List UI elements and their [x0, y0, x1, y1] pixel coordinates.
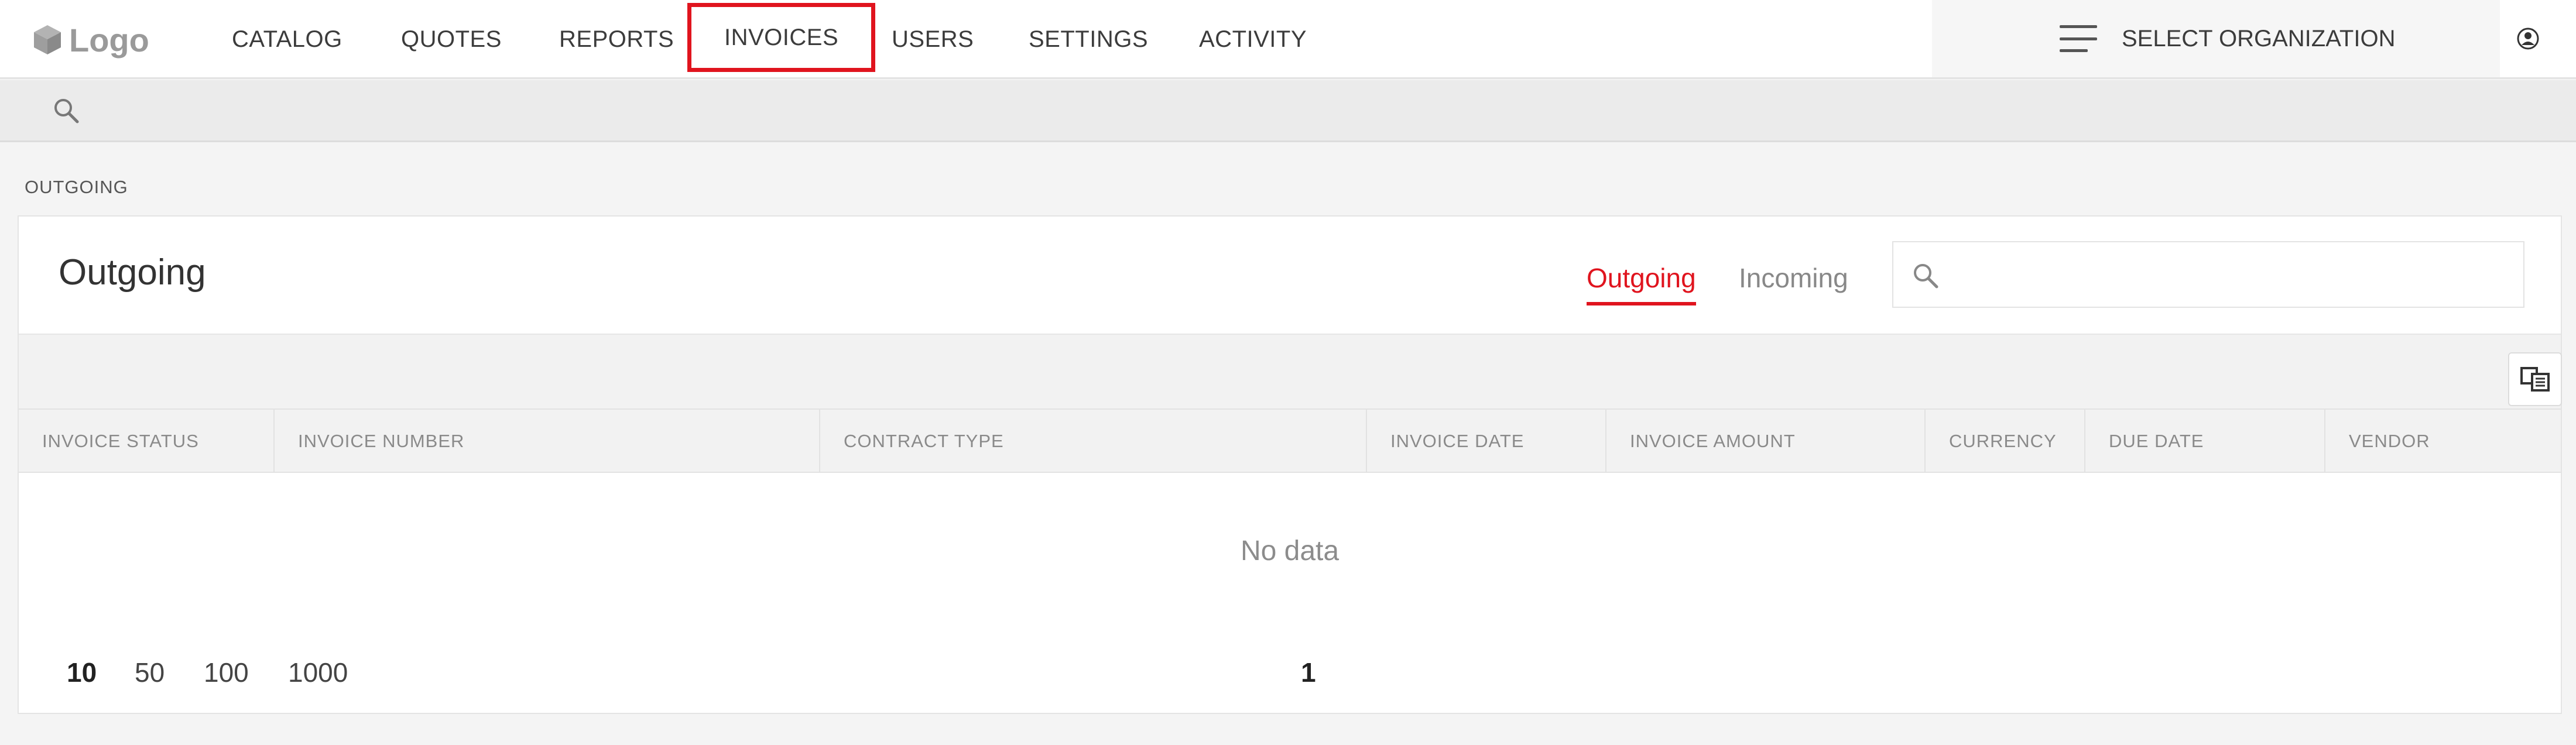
column-invoice-number[interactable]: INVOICE NUMBER: [275, 410, 820, 473]
select-organization-button[interactable]: SELECT ORGANIZATION: [2060, 0, 2395, 77]
page-size-10[interactable]: 10: [67, 657, 97, 688]
columns-icon: [2520, 367, 2550, 392]
nav-users[interactable]: USERS: [892, 0, 974, 79]
page-size-50[interactable]: 50: [135, 657, 165, 688]
nav-settings[interactable]: SETTINGS: [1029, 0, 1148, 79]
column-settings-button[interactable]: [2508, 352, 2562, 406]
page-title: Outgoing: [59, 252, 206, 293]
search-icon[interactable]: [52, 96, 81, 125]
column-invoice-date[interactable]: INVOICE DATE: [1367, 410, 1606, 473]
logo[interactable]: Logo: [33, 21, 149, 59]
logo-text: Logo: [69, 21, 149, 59]
column-invoice-amount[interactable]: INVOICE AMOUNT: [1606, 410, 1926, 473]
page-size-1000[interactable]: 1000: [288, 657, 348, 688]
nav-activity[interactable]: ACTIVITY: [1199, 0, 1307, 79]
column-due-date[interactable]: DUE DATE: [2085, 410, 2325, 473]
nav-reports[interactable]: REPORTS: [559, 0, 674, 79]
empty-state-text: No data: [1240, 535, 1340, 567]
user-account-icon[interactable]: [2516, 27, 2540, 50]
column-vendor[interactable]: VENDOR: [2325, 410, 2561, 473]
cube-logo-icon: [34, 25, 61, 54]
page-number-current[interactable]: 1: [1301, 657, 1316, 688]
tab-outgoing[interactable]: Outgoing: [1587, 262, 1696, 305]
page-size-100[interactable]: 100: [204, 657, 249, 688]
global-search-bar: [0, 80, 2576, 142]
nav-quotes[interactable]: QUOTES: [401, 0, 502, 79]
search-icon: [1914, 264, 1938, 289]
nav-invoices[interactable]: INVOICES: [687, 3, 876, 72]
table-toolbar: [19, 334, 2562, 408]
menu-icon: [2060, 25, 2097, 52]
table-header-row: INVOICE STATUS INVOICE NUMBER CONTRACT T…: [19, 408, 2561, 473]
column-currency[interactable]: CURRENCY: [1926, 410, 2085, 473]
invoice-search-box: [1892, 241, 2524, 308]
column-contract-type[interactable]: CONTRACT TYPE: [820, 410, 1367, 473]
select-organization-label: SELECT ORGANIZATION: [2122, 25, 2396, 52]
nav-catalog[interactable]: CATALOG: [232, 0, 342, 79]
invoices-card: Outgoing Outgoing Incoming INVOICE STATU…: [18, 215, 2562, 714]
tab-incoming[interactable]: Incoming: [1739, 262, 1848, 302]
column-invoice-status[interactable]: INVOICE STATUS: [19, 410, 275, 473]
invoice-search-input[interactable]: [1952, 248, 2514, 301]
breadcrumb: OUTGOING: [25, 177, 128, 197]
top-navbar: Logo CATALOG QUOTES REPORTS INVOICES USE…: [0, 0, 2576, 79]
